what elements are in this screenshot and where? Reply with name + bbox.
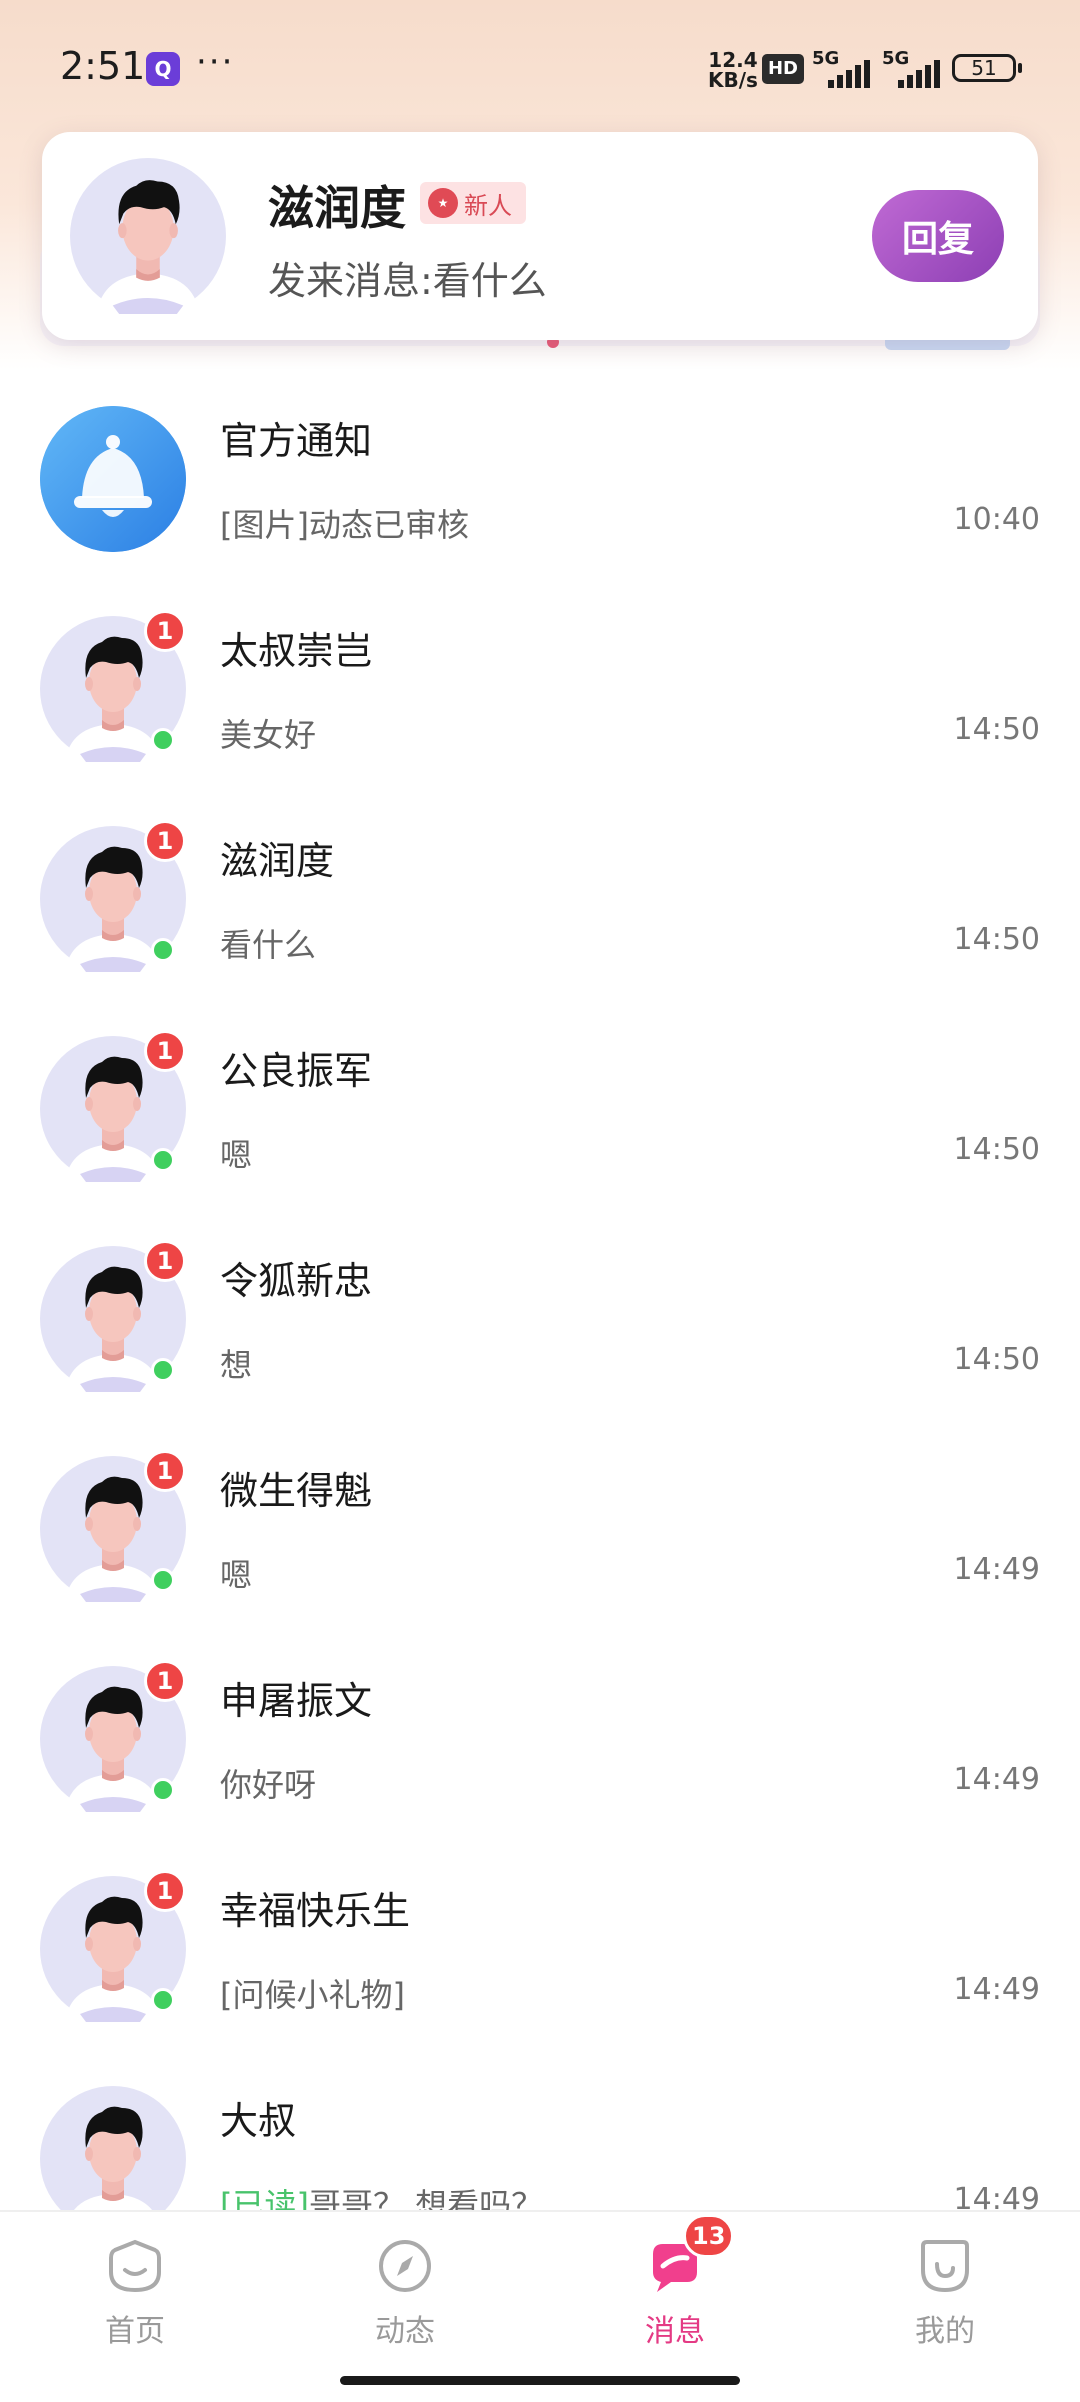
conversation-preview: 嗯 bbox=[220, 1136, 253, 1174]
online-status-dot bbox=[151, 1988, 175, 2012]
conversation-name: 官方通知 bbox=[220, 419, 373, 463]
conversation-time: 14:49 bbox=[953, 2182, 1040, 2210]
online-status-dot bbox=[151, 1358, 175, 1382]
bell-icon bbox=[40, 406, 186, 552]
avatar: 1 bbox=[40, 1660, 186, 1812]
conversation-name: 滋润度 bbox=[220, 839, 335, 883]
conversation-time: 14:50 bbox=[953, 1132, 1040, 1167]
conversation-time: 10:40 bbox=[953, 502, 1040, 537]
status-time: 2:51 bbox=[60, 44, 146, 88]
compass-icon bbox=[375, 2236, 435, 2296]
avatar: 1 bbox=[40, 1870, 186, 2022]
conversation-preview: [已读]哥哥？ 想看吗？ bbox=[220, 2180, 543, 2210]
conversation-item[interactable]: 1 令狐新忠 想 14:50 bbox=[0, 1220, 1080, 1430]
online-status-dot bbox=[151, 728, 175, 752]
nav-messages-label: 消息 bbox=[645, 2314, 705, 2349]
avatar: 1 bbox=[40, 1240, 186, 1392]
new-user-badge-label: 新人 bbox=[464, 191, 512, 220]
conversation-preview: 嗯 bbox=[220, 1556, 253, 1594]
nav-home-label: 首页 bbox=[105, 2314, 165, 2349]
conversation-preview-text: 哥哥？ 想看吗？ bbox=[308, 2186, 544, 2210]
unread-badge: 1 bbox=[144, 1660, 186, 1702]
network-speed: 12.4 KB/s bbox=[708, 50, 758, 90]
conversation-name: 幸福快乐生 bbox=[220, 1889, 411, 1933]
read-status-tag: [已读] bbox=[220, 2186, 309, 2210]
conversation-time: 14:50 bbox=[953, 1342, 1040, 1377]
conversation-name: 微生得魁 bbox=[220, 1469, 373, 1513]
nav-home[interactable]: 首页 bbox=[55, 2236, 215, 2356]
avatar: 1 bbox=[40, 820, 186, 972]
conversation-name: 令狐新忠 bbox=[220, 1259, 373, 1303]
conversation-name: 大叔 bbox=[220, 2099, 297, 2143]
conversation-preview: 想 bbox=[220, 1346, 253, 1384]
network-speed-value: 12.4 bbox=[708, 48, 758, 72]
unread-badge: 1 bbox=[144, 1240, 186, 1282]
conversation-item[interactable]: 大叔 [已读]哥哥？ 想看吗？ 14:49 bbox=[0, 2060, 1080, 2210]
home-indicator[interactable] bbox=[340, 2376, 740, 2385]
avatar: 1 bbox=[40, 610, 186, 762]
home-icon bbox=[105, 2236, 165, 2296]
unread-badge: 1 bbox=[144, 610, 186, 652]
online-status-dot bbox=[151, 938, 175, 962]
network-speed-unit: KB/s bbox=[708, 68, 758, 92]
reply-button[interactable]: 回复 bbox=[872, 190, 1004, 282]
conversation-item[interactable]: 1 微生得魁 嗯 14:49 bbox=[0, 1430, 1080, 1640]
conversation-name: 公良振军 bbox=[220, 1049, 373, 1093]
conversation-item[interactable]: 1 申屠振文 你好呀 14:49 bbox=[0, 1640, 1080, 1850]
medal-icon: ★ bbox=[428, 188, 458, 218]
message-icon: 13 bbox=[645, 2214, 735, 2296]
online-status-dot bbox=[151, 1568, 175, 1592]
unread-badge: 1 bbox=[144, 820, 186, 862]
unread-badge: 1 bbox=[144, 1030, 186, 1072]
hd-voice-icon: HD bbox=[762, 54, 804, 84]
banner-message: 发来消息:看什么 bbox=[268, 259, 547, 303]
official-notice-item[interactable]: 官方通知 [图片]动态已审核 10:40 bbox=[0, 380, 1080, 590]
message-notification-banner[interactable]: 滋润度 ★ 新人 发来消息:看什么 回复 bbox=[42, 132, 1038, 340]
battery-level: 51 bbox=[971, 56, 997, 80]
app-notification-icon: Q bbox=[146, 52, 180, 86]
avatar bbox=[70, 158, 226, 314]
conversation-item[interactable]: 1 太叔崇岂 美女好 14:50 bbox=[0, 590, 1080, 800]
battery-icon: 51 bbox=[952, 54, 1022, 82]
user-avatar-image bbox=[40, 2086, 186, 2210]
conversation-time: 14:49 bbox=[953, 1972, 1040, 2007]
conversation-time: 14:49 bbox=[953, 1762, 1040, 1797]
unread-badge: 1 bbox=[144, 1450, 186, 1492]
nav-moments-label: 动态 bbox=[375, 2314, 435, 2349]
conversation-time: 14:50 bbox=[953, 922, 1040, 957]
conversation-name: 申屠振文 bbox=[220, 1679, 373, 1723]
more-notifications-icon: ··· bbox=[196, 42, 235, 82]
conversation-list[interactable]: 官方通知 [图片]动态已审核 10:40 1 太叔崇岂 美女好 14:50 1 … bbox=[0, 380, 1080, 2210]
messages-unread-badge: 13 bbox=[683, 2214, 735, 2258]
bottom-navigation: 首页 动态 13 消息 我的 bbox=[0, 2210, 1080, 2402]
new-user-badge: ★ 新人 bbox=[420, 182, 526, 224]
conversation-name: 太叔崇岂 bbox=[220, 629, 373, 673]
conversation-preview: 美女好 bbox=[220, 716, 317, 754]
nav-messages[interactable]: 13 消息 bbox=[595, 2214, 755, 2356]
conversation-preview: [问候小礼物] bbox=[220, 1976, 405, 2014]
sender-name: 滋润度 bbox=[268, 181, 406, 235]
conversation-item[interactable]: 1 滋润度 看什么 14:50 bbox=[0, 800, 1080, 1010]
nav-mine-label: 我的 bbox=[915, 2314, 975, 2349]
online-status-dot bbox=[151, 1148, 175, 1172]
nav-moments[interactable]: 动态 bbox=[325, 2236, 485, 2356]
avatar: 1 bbox=[40, 1450, 186, 1602]
avatar: 1 bbox=[40, 1030, 186, 1182]
profile-icon bbox=[915, 2236, 975, 2296]
conversation-preview: 看什么 bbox=[220, 926, 317, 964]
conversation-time: 14:49 bbox=[953, 1552, 1040, 1587]
status-bar: 2:51 Q ··· 12.4 KB/s HD 5G 5G 51 bbox=[0, 0, 1080, 140]
conversation-time: 14:50 bbox=[953, 712, 1040, 747]
avatar bbox=[40, 406, 186, 552]
conversation-item[interactable]: 1 公良振军 嗯 14:50 bbox=[0, 1010, 1080, 1220]
conversation-preview: 你好呀 bbox=[220, 1766, 317, 1804]
unread-badge: 1 bbox=[144, 1870, 186, 1912]
conversation-preview: [图片]动态已审核 bbox=[220, 506, 469, 544]
online-status-dot bbox=[151, 1778, 175, 1802]
nav-mine[interactable]: 我的 bbox=[865, 2236, 1025, 2356]
avatar bbox=[40, 2086, 186, 2210]
conversation-item[interactable]: 1 幸福快乐生 [问候小礼物] 14:49 bbox=[0, 1850, 1080, 2060]
